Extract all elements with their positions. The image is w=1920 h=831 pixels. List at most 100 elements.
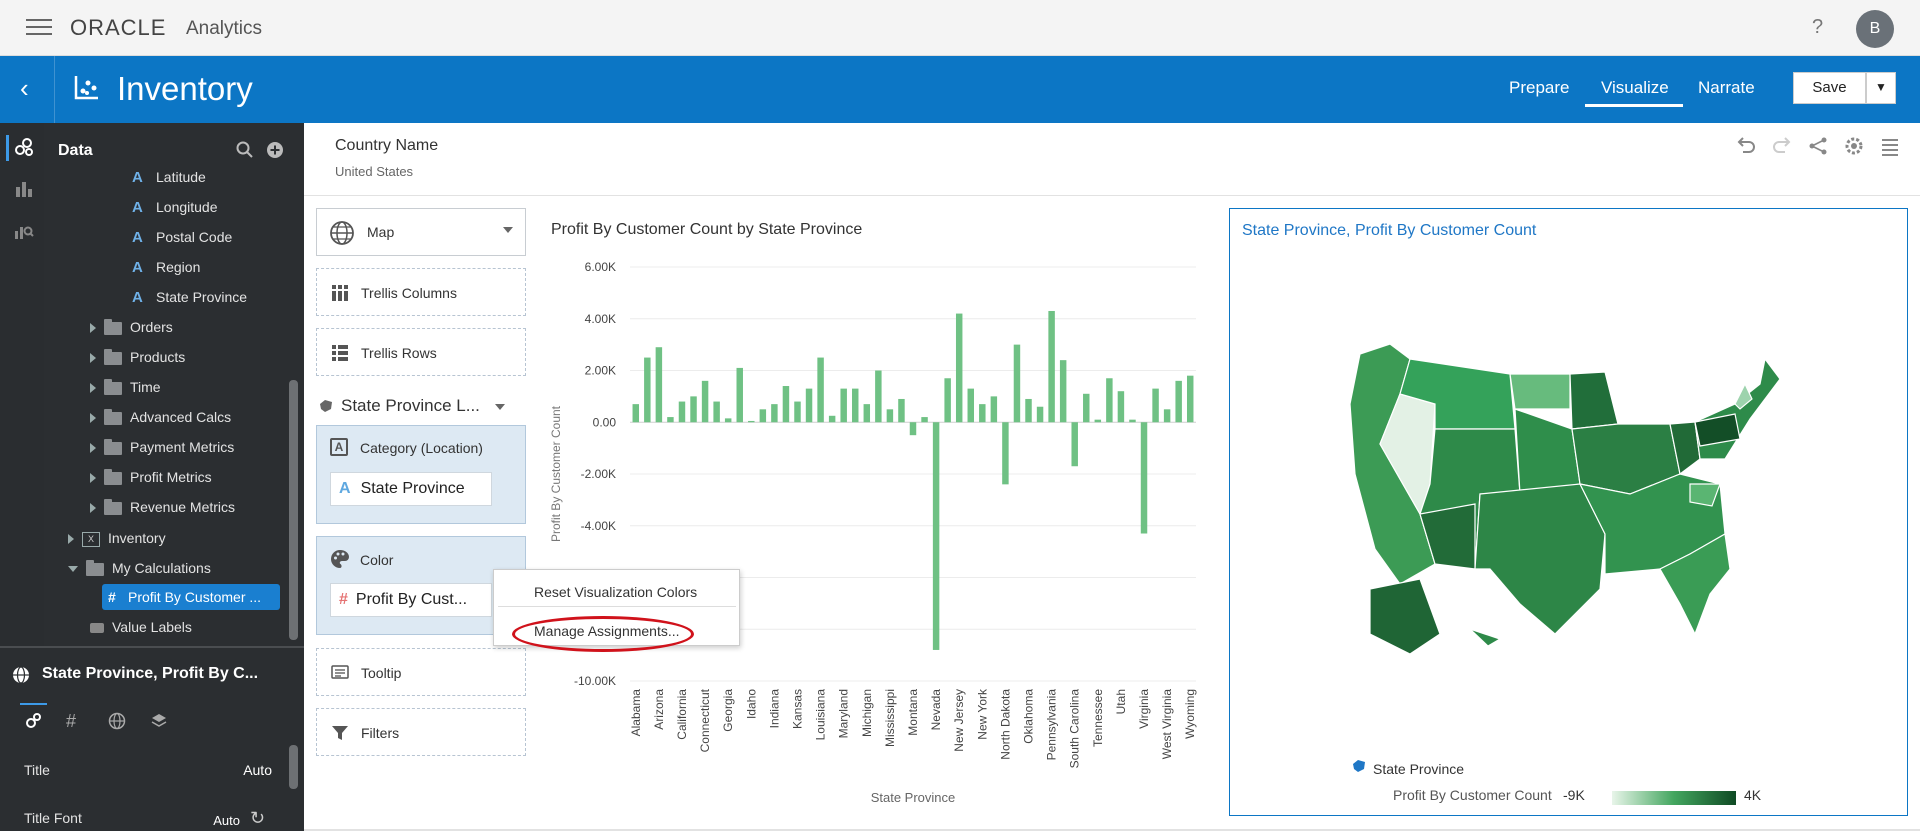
expand-arrow-icon[interactable]	[90, 353, 96, 364]
tree-item-label: State Province	[156, 289, 248, 305]
legend-max: 4K	[1744, 787, 1762, 803]
hamburger-menu-icon[interactable]	[26, 19, 52, 37]
palette-icon	[331, 550, 349, 568]
save-button[interactable]: Save	[1793, 72, 1866, 104]
layer-header[interactable]: State Province L...	[316, 396, 526, 418]
tree-folder-my-calculations[interactable]: My Calculations	[68, 554, 308, 582]
tree-folder-orders[interactable]: Orders	[90, 313, 330, 341]
filter-bar: Country Name United States	[304, 123, 1920, 196]
general-settings-icon[interactable]	[24, 712, 42, 730]
tab-narrate[interactable]: Narrate	[1698, 78, 1755, 98]
undo-icon[interactable]	[1735, 135, 1757, 157]
tree-dataset-inventory[interactable]: X Inventory	[68, 524, 308, 552]
profit-by-customer-pill[interactable]: # Profit By Cust...	[330, 583, 492, 617]
collapse-arrow-icon[interactable]	[68, 566, 78, 573]
bar-colorado	[690, 396, 697, 423]
filter-value[interactable]: United States	[335, 164, 413, 179]
legend-layer-label: State Province	[1373, 761, 1465, 777]
bar-north-carolina	[990, 396, 998, 423]
bar-chart[interactable]: 6.00K 4.00K 2.00K 0.00 -2.00K -4.00K -10.00K Al…	[548, 246, 1208, 816]
settings-gear-icon[interactable]	[1843, 135, 1865, 157]
layers-icon[interactable]	[150, 712, 168, 730]
property-title-value[interactable]: Auto	[243, 762, 272, 778]
top-bar: ORACLE Analytics ? B	[0, 0, 1920, 56]
property-title-label: Title	[24, 762, 50, 778]
user-avatar[interactable]: B	[1856, 10, 1894, 48]
tree-item-label: Products	[130, 349, 186, 365]
bar-virginia	[1140, 422, 1148, 534]
map-visualization[interactable]: State Province, Profit By Customer Count…	[1229, 208, 1908, 816]
bar-kentucky	[805, 388, 813, 423]
tree-item-profit-by-customer-selected[interactable]: # Profit By Customer ...	[102, 584, 280, 610]
filter-name[interactable]: Country Name	[335, 137, 438, 155]
bar-hawaii	[736, 367, 743, 423]
bar-massachusetts	[852, 388, 859, 423]
add-icon[interactable]	[266, 141, 284, 159]
bar-rhode-island	[1059, 360, 1067, 423]
layer-dropdown-icon[interactable]	[495, 404, 505, 410]
property-title-font-value[interactable]: Auto	[213, 813, 240, 828]
bar-mississippi	[886, 409, 894, 423]
bar-arkansas	[667, 417, 674, 423]
dropdown-arrow-icon[interactable]	[503, 227, 513, 233]
tree-item-label: Inventory	[108, 530, 166, 546]
save-dropdown-icon[interactable]: ▼	[1866, 72, 1896, 104]
share-icon[interactable]	[1807, 135, 1829, 157]
bar-minnesota	[875, 370, 882, 423]
data-panel-scrollbar[interactable]	[289, 380, 298, 640]
highlight-annotation-circle	[512, 616, 694, 652]
tree-item-label: Postal Code	[156, 229, 233, 245]
expand-arrow-icon[interactable]	[90, 383, 96, 394]
viz-type-selector[interactable]: Map	[316, 208, 526, 256]
y-tick-label: 0.00	[593, 415, 617, 429]
expand-arrow-icon[interactable]	[90, 473, 96, 484]
expand-arrow-icon[interactable]	[90, 503, 96, 514]
search-icon[interactable]	[236, 141, 254, 159]
category-location-dropzone[interactable]: A Category (Location) A State Province	[316, 425, 526, 524]
properties-panel: State Province, Profit By C... # Title A…	[0, 648, 304, 831]
trellis-rows-dropzone[interactable]: Trellis Rows	[316, 328, 526, 376]
x-tick-label: Idaho	[744, 689, 758, 719]
bar-alabama	[632, 404, 640, 423]
state-province-pill[interactable]: A State Province	[330, 472, 492, 506]
us-choropleth-map[interactable]	[1340, 334, 1810, 664]
redo-icon[interactable]	[1771, 135, 1793, 157]
folder-icon	[104, 408, 122, 425]
back-arrow-icon[interactable]: ‹	[20, 75, 29, 101]
bar-connecticut	[701, 380, 709, 423]
data-elements-icon[interactable]	[14, 137, 34, 157]
expand-arrow-icon[interactable]	[90, 413, 96, 424]
y-tick-label: 6.00K	[585, 260, 616, 274]
trellis-columns-label: Trellis Columns	[361, 285, 457, 301]
tree-item-label: Longitude	[156, 199, 218, 215]
expand-arrow-icon[interactable]	[90, 323, 96, 334]
bar-nebraska	[921, 417, 928, 423]
analytics-icon[interactable]	[14, 221, 34, 241]
expand-arrow-icon[interactable]	[90, 443, 96, 454]
number-format-icon[interactable]: #	[66, 712, 84, 730]
reset-icon[interactable]: ↻	[250, 808, 265, 829]
visualizations-icon[interactable]	[14, 179, 34, 199]
bar-wisconsin	[1175, 380, 1182, 423]
menu-item-reset-colors[interactable]: Reset Visualization Colors	[534, 584, 697, 600]
y-tick-label: -4.00K	[581, 519, 616, 533]
y-tick-label: -10.00K	[574, 674, 616, 688]
tree-item-label: Advanced Calcs	[130, 409, 232, 425]
map-globe-icon[interactable]	[108, 712, 126, 730]
trellis-columns-dropzone[interactable]: Trellis Columns	[316, 268, 526, 316]
tree-folder-products[interactable]: Products	[90, 343, 330, 371]
help-icon[interactable]: ?	[1812, 16, 1823, 39]
filters-dropzone[interactable]: Filters	[316, 708, 526, 756]
x-tick-label: Utah	[1114, 689, 1128, 714]
globe-icon	[13, 666, 29, 684]
menu-list-icon[interactable]	[1879, 135, 1901, 157]
expand-arrow-icon[interactable]	[68, 534, 74, 545]
x-tick-label: Tennessee	[1091, 689, 1105, 747]
tab-prepare[interactable]: Prepare	[1509, 78, 1569, 98]
tab-visualize[interactable]: Visualize	[1601, 78, 1669, 98]
layer-shape-icon	[320, 400, 332, 412]
bar-texas	[1106, 378, 1113, 423]
oracle-logo: ORACLE	[70, 15, 167, 40]
properties-scrollbar[interactable]	[289, 745, 298, 789]
tooltip-dropzone[interactable]: Tooltip	[316, 648, 526, 696]
